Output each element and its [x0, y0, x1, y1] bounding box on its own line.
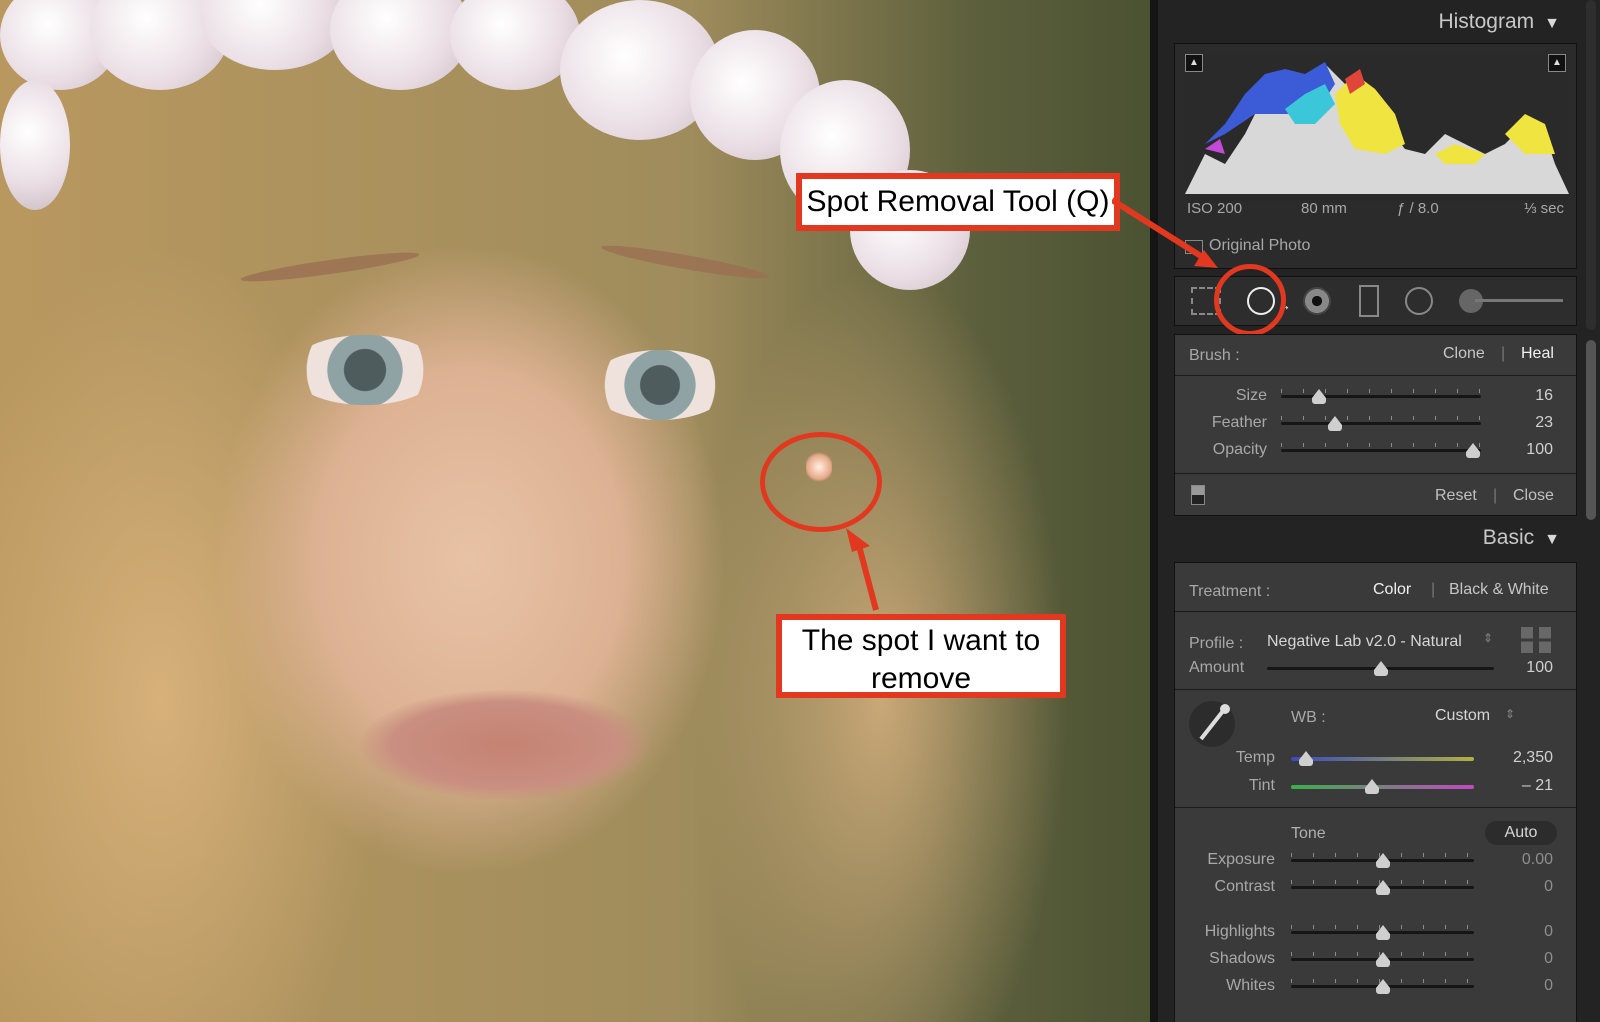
- divider: [1175, 689, 1576, 690]
- spot-removal-panel: Brush : Clone | Heal Size 16 Feather 23 Opac…: [1174, 334, 1577, 516]
- amount-slider-thumb[interactable]: [1373, 661, 1388, 676]
- panel-scrollbar-thumb[interactable]: [1586, 340, 1596, 520]
- tone-label: Tone: [1291, 825, 1326, 842]
- histogram-title: Histogram: [1438, 10, 1535, 33]
- slider-ticks: [1281, 443, 1481, 447]
- panel-scrollbar-track[interactable]: [1586, 0, 1596, 330]
- amount-value[interactable]: 100: [1493, 659, 1553, 677]
- divider: [1175, 473, 1576, 474]
- reset-button[interactable]: Reset: [1435, 487, 1477, 505]
- spot-arrow-head: [846, 528, 870, 552]
- spot-arrow-line: [855, 541, 879, 611]
- temp-slider-thumb[interactable]: [1298, 751, 1313, 766]
- tint-slider-track[interactable]: [1291, 785, 1474, 789]
- radial-filter-icon[interactable]: [1405, 287, 1433, 315]
- wb-label: WB :: [1291, 709, 1326, 726]
- contrast-label: Contrast: [1214, 878, 1275, 895]
- photo-canvas[interactable]: Spot Removal Tool (Q) The spot I want to…: [0, 0, 1150, 1022]
- opacity-slider-track[interactable]: [1281, 449, 1481, 452]
- amount-label: Amount: [1189, 659, 1245, 676]
- contrast-slider-thumb[interactable]: [1375, 880, 1390, 895]
- basic-header[interactable]: Basic ▼: [1483, 526, 1560, 550]
- treatment-bw-option[interactable]: Black & White: [1449, 581, 1549, 599]
- graduated-filter-icon[interactable]: [1359, 285, 1379, 317]
- close-button[interactable]: Close: [1513, 487, 1554, 505]
- exposure-slider-thumb[interactable]: [1375, 853, 1390, 868]
- basic-panel: Treatment : Color | Black & White Profil…: [1174, 562, 1577, 1022]
- feather-value[interactable]: 23: [1493, 414, 1553, 432]
- histogram-graph: [1185, 54, 1569, 202]
- contrast-value[interactable]: 0: [1493, 878, 1553, 896]
- shadows-slider-thumb[interactable]: [1375, 952, 1390, 967]
- opacity-label: Opacity: [1212, 441, 1267, 458]
- slider-ticks: [1281, 389, 1481, 393]
- size-label: Size: [1235, 387, 1267, 404]
- opacity-value[interactable]: 100: [1493, 441, 1553, 459]
- divider: [1175, 611, 1576, 612]
- highlights-label: Highlights: [1204, 923, 1275, 940]
- whites-value[interactable]: 0: [1493, 977, 1553, 995]
- treatment-label: Treatment :: [1189, 583, 1271, 600]
- shadows-label: Shadows: [1209, 950, 1275, 967]
- basic-title: Basic: [1482, 526, 1535, 549]
- option-divider: |: [1501, 345, 1506, 362]
- brush-label: Brush :: [1189, 347, 1240, 364]
- feather-label: Feather: [1211, 414, 1267, 431]
- profile-label: Profile :: [1189, 635, 1244, 652]
- tool-arrow: [1112, 197, 1218, 268]
- option-divider: |: [1493, 487, 1498, 504]
- tint-label: Tint: [1248, 777, 1275, 794]
- auto-tone-button[interactable]: Auto: [1485, 821, 1557, 845]
- collapse-triangle-icon[interactable]: ▼: [1544, 15, 1560, 33]
- divider: [1175, 375, 1576, 376]
- whites-slider-thumb[interactable]: [1375, 979, 1390, 994]
- size-value[interactable]: 16: [1493, 387, 1553, 405]
- wb-select[interactable]: Custom: [1435, 707, 1490, 725]
- collapse-triangle-icon[interactable]: ▼: [1544, 531, 1560, 549]
- heal-option[interactable]: Heal: [1521, 345, 1554, 363]
- temp-label: Temp: [1235, 749, 1275, 766]
- temp-value[interactable]: 2,350: [1493, 749, 1553, 767]
- shadows-value[interactable]: 0: [1493, 950, 1553, 968]
- annotation-arrows: [846, 528, 879, 611]
- whites-label: Whites: [1226, 977, 1275, 994]
- exposure-value[interactable]: 0.00: [1493, 851, 1553, 869]
- shutter-speed: ⅓ sec: [1523, 200, 1564, 217]
- wb-stepper-icon[interactable]: ⇕: [1505, 707, 1515, 721]
- feather-slider-track[interactable]: [1281, 422, 1481, 425]
- red-eye-tool-icon[interactable]: [1303, 287, 1331, 315]
- highlights-value[interactable]: 0: [1493, 923, 1553, 941]
- highlights-slider-thumb[interactable]: [1375, 925, 1390, 940]
- opacity-slider-thumb[interactable]: [1466, 443, 1480, 458]
- tint-slider-thumb[interactable]: [1364, 779, 1379, 794]
- focal-length: 80 mm: [1301, 200, 1347, 217]
- highlight-clipping-icon[interactable]: ▲: [1548, 54, 1566, 72]
- tint-value[interactable]: – 21: [1493, 777, 1553, 795]
- panel-toggle-icon[interactable]: [1191, 485, 1205, 505]
- slider-ticks: [1281, 416, 1481, 420]
- option-divider: |: [1431, 581, 1436, 598]
- develop-right-panel: Histogram ▼ ▲ ▲ ISO 200 80 mm ƒ / 8.0 ⅓ s…: [1112, 0, 1600, 1022]
- exposure-label: Exposure: [1207, 851, 1275, 868]
- shadow-clipping-icon[interactable]: ▲: [1185, 54, 1203, 72]
- histogram-header[interactable]: Histogram ▼: [1438, 10, 1560, 34]
- size-slider-thumb[interactable]: [1312, 389, 1326, 404]
- size-slider-track[interactable]: [1281, 395, 1481, 398]
- profile-browser-grid-icon[interactable]: [1521, 627, 1551, 653]
- treatment-color-option[interactable]: Color: [1373, 581, 1411, 599]
- wb-eyedropper-icon[interactable]: [1189, 701, 1235, 747]
- feather-slider-thumb[interactable]: [1328, 416, 1342, 431]
- temp-slider-track[interactable]: [1291, 757, 1474, 761]
- profile-select[interactable]: Negative Lab v2.0 - Natural: [1267, 633, 1462, 651]
- profile-stepper-icon[interactable]: ⇕: [1483, 631, 1493, 645]
- brush-stroke-line: [1475, 299, 1563, 302]
- aperture: ƒ / 8.0: [1397, 200, 1439, 217]
- clone-option[interactable]: Clone: [1443, 345, 1485, 363]
- divider: [1175, 807, 1576, 808]
